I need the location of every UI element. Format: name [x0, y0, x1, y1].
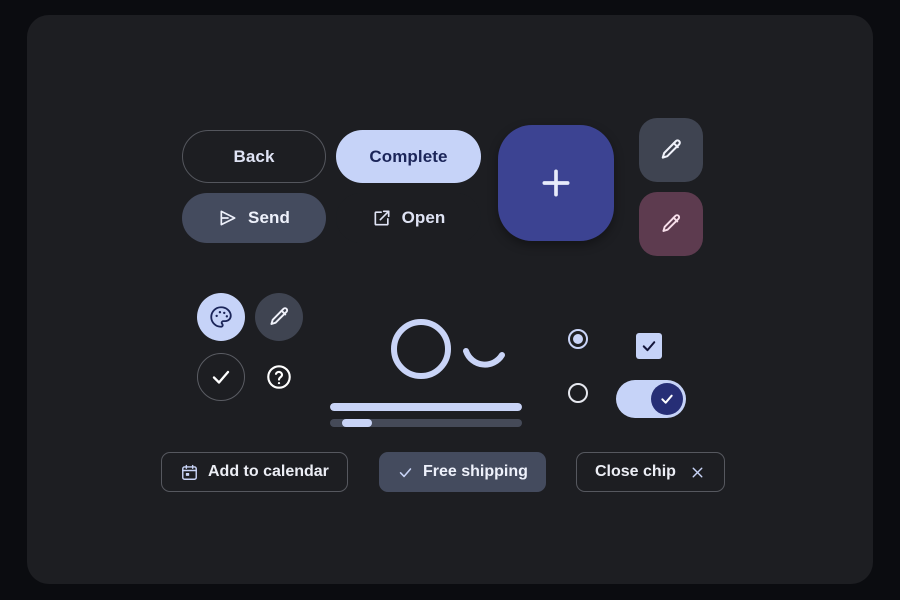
linear-progress-determinate	[330, 403, 522, 411]
open-in-new-icon	[372, 208, 392, 228]
circular-progress-arc	[459, 343, 509, 384]
check-icon	[640, 337, 658, 355]
circular-progress-track	[391, 319, 451, 379]
help-circle-icon	[265, 363, 293, 391]
plus-icon	[536, 163, 576, 203]
screen-root: Back Complete Send Open Add to calendar …	[0, 0, 900, 600]
palette-icon-button[interactable]	[197, 293, 245, 341]
back-button-label: Back	[233, 146, 275, 166]
linear-progress-indeterminate	[330, 419, 522, 427]
circular-progress	[389, 317, 453, 386]
back-button[interactable]: Back	[182, 130, 326, 183]
pencil-icon	[659, 212, 683, 236]
check-icon	[397, 464, 414, 481]
chip-add-to-calendar[interactable]: Add to calendar	[161, 452, 348, 492]
switch-thumb	[651, 383, 683, 415]
linear-progress-bar	[330, 403, 522, 411]
radio-dot	[573, 334, 583, 344]
toggle-switch-on[interactable]	[616, 380, 686, 418]
calendar-icon	[180, 463, 199, 482]
palette-icon	[208, 304, 234, 330]
radio-button-unselected[interactable]	[568, 383, 588, 403]
add-fab-button[interactable]	[498, 125, 614, 241]
chip-free-shipping[interactable]: Free shipping	[379, 452, 546, 492]
open-button[interactable]: Open	[336, 193, 481, 243]
pencil-icon	[658, 137, 684, 163]
send-button-label: Send	[248, 208, 290, 227]
chip-label: Add to calendar	[208, 463, 329, 480]
open-button-label: Open	[401, 208, 446, 227]
linear-progress-bar	[341, 419, 373, 427]
edit-icon-button-mauve[interactable]	[639, 192, 703, 256]
checkbox-checked[interactable]	[636, 333, 662, 359]
pencil-icon-button-round[interactable]	[255, 293, 303, 341]
close-icon[interactable]	[689, 464, 706, 481]
complete-button[interactable]: Complete	[336, 130, 481, 183]
send-button[interactable]: Send	[182, 193, 326, 243]
pencil-icon	[267, 305, 291, 329]
complete-button-label: Complete	[369, 146, 448, 166]
chip-label: Free shipping	[423, 463, 528, 480]
send-icon	[218, 208, 238, 228]
edit-icon-button-grey[interactable]	[639, 118, 703, 182]
component-showcase-panel: Back Complete Send Open Add to calendar …	[27, 15, 873, 584]
help-icon-button-round[interactable]	[255, 353, 303, 401]
chip-close-chip[interactable]: Close chip	[576, 452, 725, 492]
check-icon-button-round[interactable]	[197, 353, 245, 401]
check-icon	[659, 391, 675, 407]
radio-button-selected[interactable]	[568, 329, 588, 349]
chip-label: Close chip	[595, 463, 676, 480]
check-icon	[209, 365, 233, 389]
